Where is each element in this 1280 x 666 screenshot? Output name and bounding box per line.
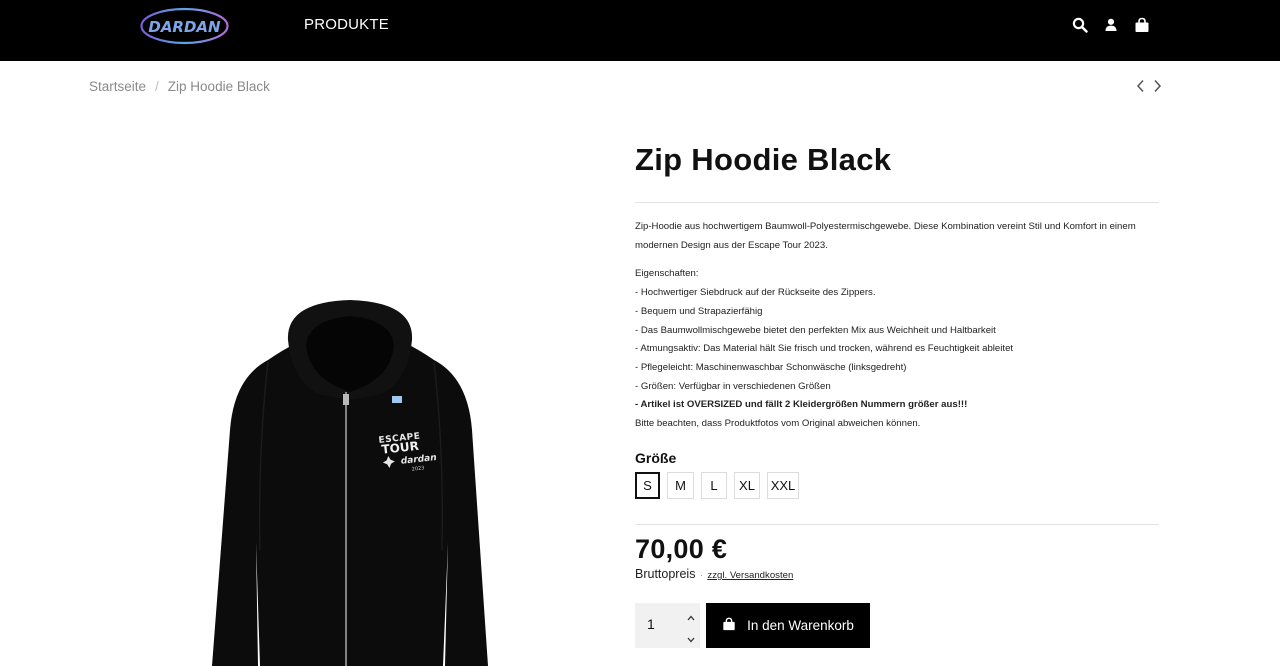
shopping-bag-icon xyxy=(722,617,736,634)
product-description: Zip-Hoodie aus hochwertigem Baumwoll-Pol… xyxy=(635,218,1159,434)
gross-price-label: Bruttopreis xyxy=(635,567,696,581)
size-option-m[interactable]: M xyxy=(667,472,694,499)
breadcrumb: Startseite / Zip Hoodie Black xyxy=(89,79,270,94)
shipping-costs-link[interactable]: zzgl. Versandkosten xyxy=(707,570,793,581)
breadcrumb-current: Zip Hoodie Black xyxy=(167,79,270,94)
price-note: Bruttopreis · zzgl. Versandkosten xyxy=(635,567,794,581)
chevron-left-icon[interactable] xyxy=(1136,79,1145,98)
quantity-stepper[interactable]: 1 xyxy=(635,603,700,648)
chevron-up-icon[interactable] xyxy=(686,609,696,621)
feature-item: - Das Baumwollmischgewebe bietet den per… xyxy=(635,324,996,336)
feature-item: - Bequem und Strapazierfähig xyxy=(635,305,763,317)
size-option-xl[interactable]: XL xyxy=(734,472,760,499)
description-line: Zip-Hoodie aus hochwertigem Baumwoll-Pol… xyxy=(635,221,1136,232)
add-to-cart-label: In den Warenkorb xyxy=(747,618,854,633)
description-line: modernen Design aus der Escape Tour 2023… xyxy=(635,239,828,251)
product-title: Zip Hoodie Black xyxy=(635,142,892,177)
shopping-bag-icon[interactable] xyxy=(1134,17,1150,33)
site-header: DARDAN PRODUKTE xyxy=(0,0,1280,61)
feature-item: - Pflegeleicht: Maschinenwaschbar Schonw… xyxy=(635,361,907,373)
divider xyxy=(635,202,1159,203)
brand-logo[interactable]: DARDAN xyxy=(139,6,230,46)
size-selector: S M L XL XXL xyxy=(635,472,799,499)
search-icon[interactable] xyxy=(1072,17,1088,33)
breadcrumb-home[interactable]: Startseite xyxy=(89,79,146,94)
photo-disclaimer: Bitte beachten, dass Produktfotos vom Or… xyxy=(635,418,921,430)
feature-item: - Atmungsaktiv: Das Material hält Sie fr… xyxy=(635,343,1014,355)
chevron-right-icon[interactable] xyxy=(1153,79,1162,98)
product-pager xyxy=(1136,79,1162,98)
size-option-s[interactable]: S xyxy=(635,472,660,499)
svg-text:DARDAN: DARDAN xyxy=(148,18,221,36)
divider xyxy=(635,524,1159,525)
product-image[interactable]: ESCAPE TOUR dardan 2023 xyxy=(150,280,550,666)
size-option-xxl[interactable]: XXL xyxy=(767,472,799,499)
size-label: Größe xyxy=(635,450,677,466)
chevron-down-icon[interactable] xyxy=(686,631,696,643)
oversized-note: - Artikel ist OVERSIZED und fällt 2 Klei… xyxy=(635,399,968,411)
user-icon[interactable] xyxy=(1103,17,1119,33)
feature-item: - Hochwertiger Siebdruck auf der Rücksei… xyxy=(635,287,876,299)
size-option-l[interactable]: L xyxy=(701,472,727,499)
nav-link-produkte[interactable]: PRODUKTE xyxy=(304,16,389,33)
product-price: 70,00 € xyxy=(635,534,728,564)
breadcrumb-separator: / xyxy=(155,79,159,94)
quantity-value[interactable]: 1 xyxy=(647,616,655,632)
add-to-cart-button[interactable]: In den Warenkorb xyxy=(706,603,870,648)
features-heading: Eigenschaften: xyxy=(635,268,699,280)
feature-item: - Größen: Verfügbar in verschiedenen Grö… xyxy=(635,380,831,392)
